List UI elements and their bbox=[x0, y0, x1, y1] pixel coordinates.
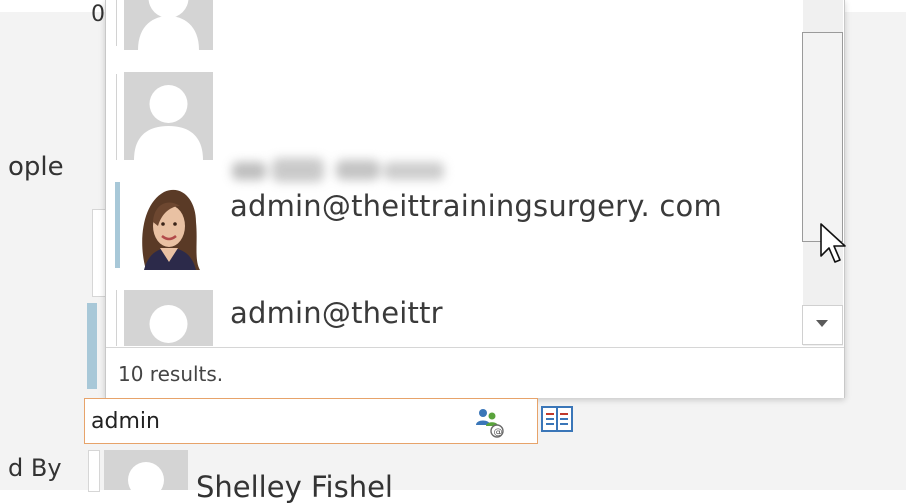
presence-accent-bar bbox=[115, 182, 120, 268]
row-divider bbox=[116, 290, 120, 346]
contact-email: admin@theittr bbox=[230, 296, 443, 330]
row-divider bbox=[116, 74, 120, 160]
by-label-fragment: d By bbox=[8, 454, 62, 482]
recipient-search-input[interactable] bbox=[91, 407, 461, 435]
address-book-icon[interactable] bbox=[540, 404, 574, 434]
person-placeholder-icon bbox=[124, 0, 213, 50]
recipient-search-field[interactable]: @ bbox=[84, 398, 538, 444]
svg-text:@: @ bbox=[494, 428, 503, 438]
scrollbar-thumb[interactable] bbox=[802, 32, 843, 242]
contact-suggestion-item[interactable]: admin@theittrainingsurgery. com bbox=[106, 182, 800, 272]
lower-contact-name: Shelley Fishel bbox=[196, 470, 393, 504]
contact-suggestion-item[interactable]: admin@theittr bbox=[106, 290, 800, 346]
contact-suggestion-item[interactable] bbox=[106, 70, 800, 182]
person-placeholder-icon bbox=[124, 72, 213, 160]
results-count: 10 results. bbox=[118, 362, 224, 386]
lower-contact-avatar bbox=[104, 450, 188, 490]
results-footer: 10 results. bbox=[106, 347, 844, 398]
scroll-down-arrow-icon bbox=[816, 320, 828, 327]
people-label-fragment: ople bbox=[8, 152, 64, 182]
background-contact-card-lower bbox=[88, 450, 100, 492]
scroll-down-button[interactable] bbox=[802, 305, 843, 345]
contact-suggestion-dropdown: admin@theittrainingsurgery. com admin@th… bbox=[105, 0, 845, 398]
contact-suggestion-item[interactable] bbox=[106, 0, 800, 52]
mouse-cursor-icon bbox=[820, 223, 846, 263]
contact-photo bbox=[124, 182, 213, 270]
background-contact-accent bbox=[87, 303, 97, 389]
row-divider bbox=[116, 0, 120, 46]
contact-email: admin@theittrainingsurgery. com bbox=[230, 189, 722, 223]
background-fragment-top: 0 bbox=[91, 2, 105, 27]
person-placeholder-icon bbox=[124, 290, 213, 346]
people-suggest-icon[interactable]: @ bbox=[471, 405, 505, 439]
